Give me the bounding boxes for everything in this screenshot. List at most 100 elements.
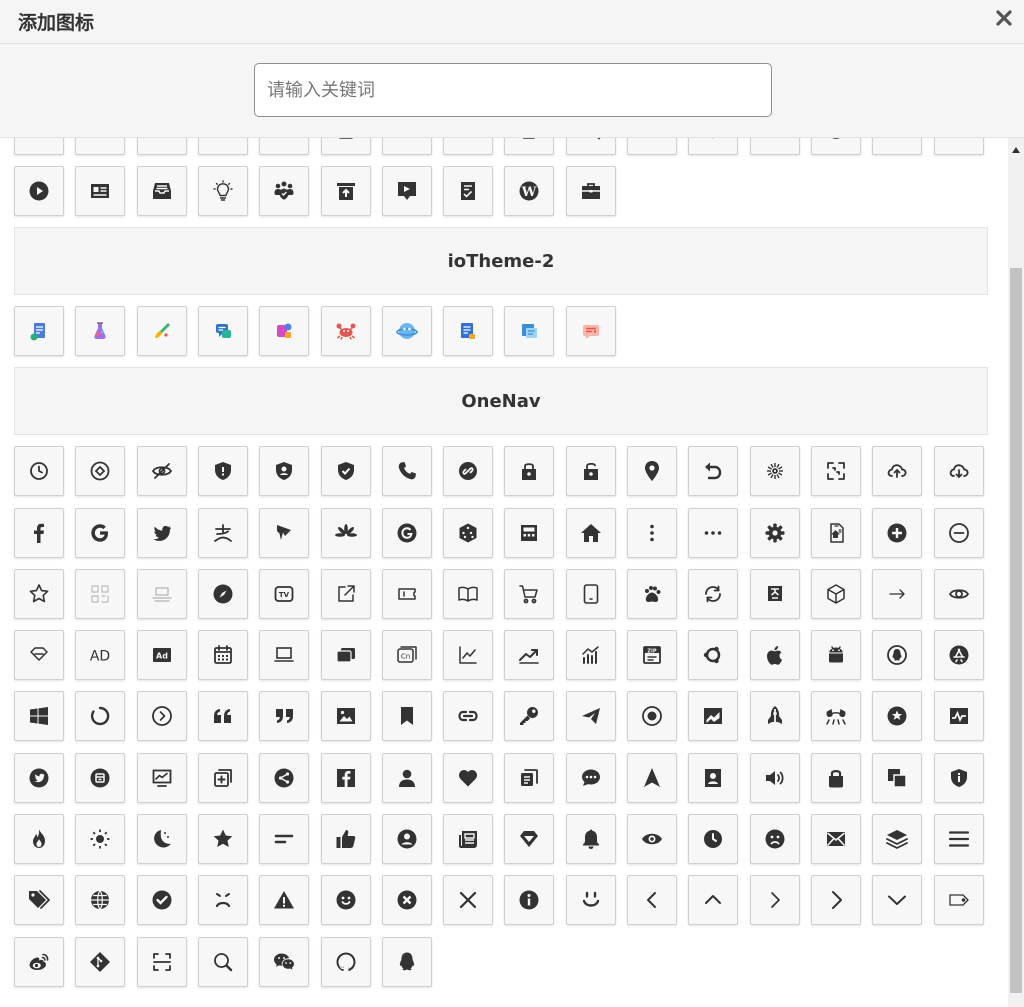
- icon-option[interactable]: [381, 166, 432, 217]
- icon-option[interactable]: [688, 752, 739, 803]
- icon-option[interactable]: [381, 138, 432, 155]
- icon-option[interactable]: [565, 630, 616, 681]
- icon-option[interactable]: Cn: [381, 630, 432, 681]
- icon-option[interactable]: [75, 166, 126, 217]
- icon-option[interactable]: [381, 446, 432, 497]
- icon-option[interactable]: [136, 568, 187, 619]
- icon-option[interactable]: [320, 446, 371, 497]
- icon-option[interactable]: [197, 752, 248, 803]
- icon-option[interactable]: [14, 875, 64, 926]
- icon-option[interactable]: [933, 138, 984, 155]
- icon-option[interactable]: [749, 752, 800, 803]
- icon-option[interactable]: [872, 446, 923, 497]
- icon-option[interactable]: [14, 507, 64, 558]
- icon-option[interactable]: [320, 691, 371, 742]
- icon-option[interactable]: [504, 306, 555, 357]
- icon-option[interactable]: [443, 752, 494, 803]
- icon-option[interactable]: [320, 936, 371, 987]
- icon-option[interactable]: [749, 691, 800, 742]
- icon-option[interactable]: [259, 507, 310, 558]
- icon-option[interactable]: [259, 936, 310, 987]
- icon-option[interactable]: [810, 752, 861, 803]
- icon-option[interactable]: [320, 306, 371, 357]
- icon-option[interactable]: [688, 875, 739, 926]
- icon-option[interactable]: [749, 630, 800, 681]
- icon-option[interactable]: [443, 166, 494, 217]
- icon-option[interactable]: [197, 814, 248, 865]
- search-input[interactable]: [254, 63, 772, 117]
- icon-option[interactable]: [197, 306, 248, 357]
- icon-option[interactable]: [810, 507, 861, 558]
- icon-option[interactable]: [688, 568, 739, 619]
- icon-option[interactable]: [136, 306, 187, 357]
- icon-option[interactable]: [14, 568, 64, 619]
- icon-option[interactable]: [933, 446, 984, 497]
- icon-option[interactable]: [504, 875, 555, 926]
- icon-option[interactable]: [749, 507, 800, 558]
- icon-option[interactable]: [749, 138, 800, 155]
- icon-option[interactable]: [688, 446, 739, 497]
- icon-option[interactable]: [810, 138, 861, 155]
- icon-option[interactable]: [320, 752, 371, 803]
- icon-option[interactable]: [443, 630, 494, 681]
- icon-option[interactable]: [565, 691, 616, 742]
- icon-option[interactable]: [504, 691, 555, 742]
- icon-option[interactable]: [443, 875, 494, 926]
- icon-option[interactable]: Ad: [136, 630, 187, 681]
- icon-option[interactable]: [381, 814, 432, 865]
- icon-option[interactable]: [320, 630, 371, 681]
- icon-option[interactable]: [749, 446, 800, 497]
- icon-option[interactable]: [320, 507, 371, 558]
- icon-option[interactable]: [627, 568, 677, 619]
- icon-option[interactable]: [14, 166, 64, 217]
- icon-option[interactable]: [197, 138, 248, 155]
- icon-option[interactable]: [136, 446, 187, 497]
- icon-option[interactable]: [810, 814, 861, 865]
- icon-option[interactable]: [443, 691, 494, 742]
- icon-option[interactable]: [565, 166, 616, 217]
- icon-option[interactable]: [14, 138, 64, 155]
- icon-option[interactable]: [381, 507, 432, 558]
- icon-option[interactable]: [749, 814, 800, 865]
- icon-option[interactable]: [381, 936, 432, 987]
- icon-option[interactable]: [627, 507, 677, 558]
- icon-option[interactable]: [504, 507, 555, 558]
- icon-option[interactable]: [443, 306, 494, 357]
- icon-option[interactable]: AD: [75, 630, 126, 681]
- icon-option[interactable]: [627, 752, 677, 803]
- icon-option[interactable]: [259, 691, 310, 742]
- icon-option[interactable]: [197, 166, 248, 217]
- icon-option[interactable]: [259, 630, 310, 681]
- icon-option[interactable]: [136, 691, 187, 742]
- icon-option[interactable]: [75, 306, 126, 357]
- icon-option[interactable]: [197, 875, 248, 926]
- icon-option[interactable]: [259, 752, 310, 803]
- icon-option[interactable]: [136, 814, 187, 865]
- icon-option[interactable]: [136, 936, 187, 987]
- icon-option[interactable]: [504, 630, 555, 681]
- icon-option[interactable]: [688, 138, 739, 155]
- icon-option[interactable]: [136, 752, 187, 803]
- icon-option[interactable]: [565, 875, 616, 926]
- icon-option[interactable]: [14, 630, 64, 681]
- icon-option[interactable]: [749, 875, 800, 926]
- icon-option[interactable]: [933, 875, 984, 926]
- icon-option[interactable]: [75, 875, 126, 926]
- icon-option[interactable]: [14, 814, 64, 865]
- icon-option[interactable]: [75, 752, 126, 803]
- icon-option[interactable]: [75, 507, 126, 558]
- icon-option[interactable]: [933, 752, 984, 803]
- close-button[interactable]: [992, 6, 1016, 30]
- icon-option[interactable]: [627, 691, 677, 742]
- icon-option[interactable]: [872, 814, 923, 865]
- icon-option[interactable]: [443, 507, 494, 558]
- icon-option[interactable]: [872, 752, 923, 803]
- icon-option[interactable]: [136, 138, 187, 155]
- icon-option[interactable]: [504, 446, 555, 497]
- icon-option[interactable]: [136, 875, 187, 926]
- icon-option[interactable]: [197, 936, 248, 987]
- icon-option[interactable]: W: [504, 166, 555, 217]
- icon-option[interactable]: [933, 630, 984, 681]
- icon-option[interactable]: [688, 507, 739, 558]
- icon-option[interactable]: [75, 691, 126, 742]
